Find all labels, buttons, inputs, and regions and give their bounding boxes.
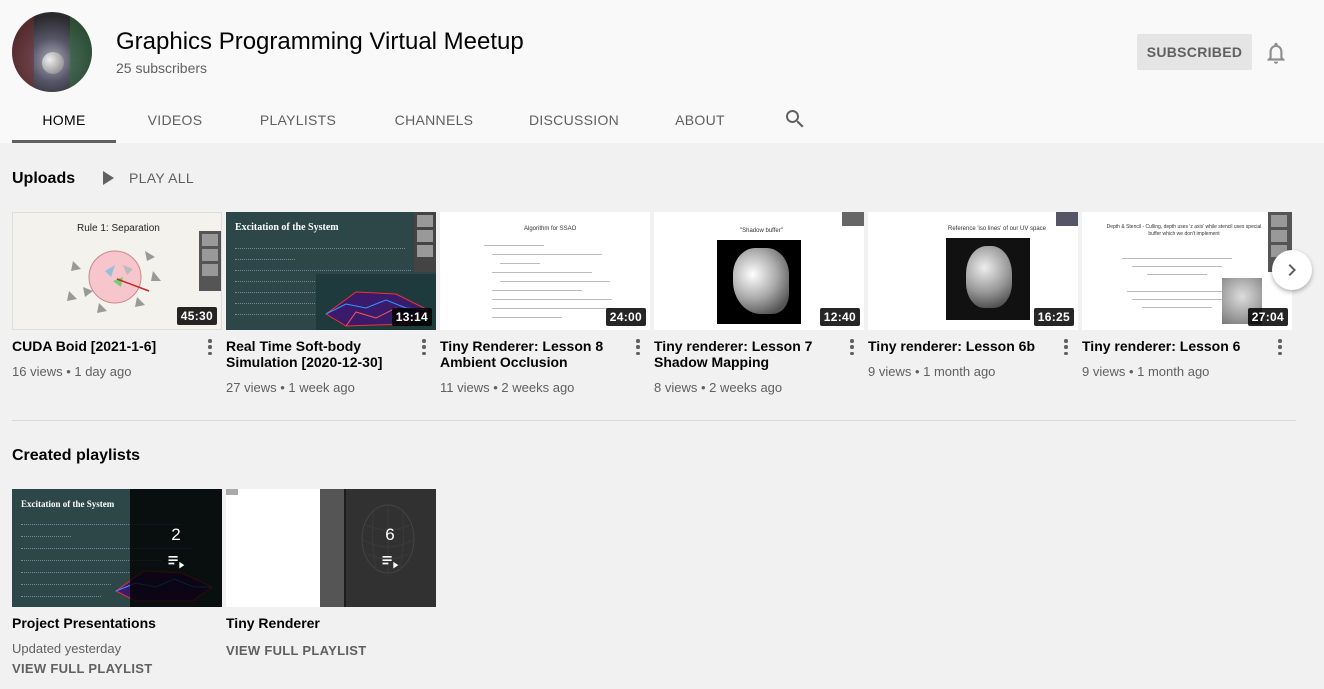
tab-videos[interactable]: VIDEOS — [116, 96, 234, 143]
video-thumbnail[interactable]: Reference 'iso lines' of our UV space 16… — [868, 212, 1078, 330]
more-vert-icon[interactable] — [848, 338, 856, 356]
video-card[interactable]: Depth & Stencil - Culling, depth uses 'z… — [1082, 212, 1292, 379]
more-vert-icon[interactable] — [634, 338, 642, 356]
playlist-thumbnail[interactable]: 6 — [226, 489, 436, 607]
playlist-count-overlay: 6 — [344, 489, 436, 607]
playlist-title[interactable]: Tiny Renderer — [226, 615, 320, 631]
playlist-updated: Updated yesterday — [12, 641, 122, 656]
thumbnail-slide-text: Excitation of the System — [235, 222, 339, 233]
more-vert-icon[interactable] — [1276, 338, 1284, 356]
upload-age: 1 month ago — [923, 364, 996, 379]
play-icon — [103, 171, 114, 185]
view-count: 9 views — [1082, 364, 1126, 379]
thumbnail-slide-text: Depth & Stencil - Culling, depth uses 'z… — [1106, 224, 1262, 237]
video-card[interactable]: Rule 1: Separation 45:30 CUDA Boid [2021… — [12, 212, 222, 379]
thumbnail-slide-text: Excitation of the System — [21, 499, 115, 509]
view-count: 9 views — [868, 364, 912, 379]
play-all-label: PLAY ALL — [129, 170, 194, 186]
view-count: 8 views — [654, 380, 698, 395]
more-vert-icon[interactable] — [206, 338, 214, 356]
tab-playlists[interactable]: PLAYLISTS — [234, 96, 362, 143]
upload-age: 1 week ago — [288, 380, 355, 395]
video-duration: 12:40 — [819, 308, 860, 326]
video-meta: 9 views • 1 month ago — [868, 364, 996, 379]
video-thumbnail[interactable]: "Shadow buffer" 12:40 — [654, 212, 864, 330]
playlist-title[interactable]: Project Presentations — [12, 615, 156, 631]
video-title[interactable]: CUDA Boid [2021-1-6] — [12, 338, 192, 354]
playlist-thumbnail[interactable]: Excitation of the System 2 — [12, 489, 222, 607]
video-meta: 9 views • 1 month ago — [1082, 364, 1210, 379]
view-full-playlist-link[interactable]: VIEW FULL PLAYLIST — [226, 643, 366, 658]
video-title[interactable]: Real Time Soft-body Simulation [2020-12-… — [226, 338, 406, 370]
upload-age: 1 day ago — [74, 364, 132, 379]
tab-about[interactable]: ABOUT — [642, 96, 758, 143]
more-vert-icon[interactable] — [1062, 338, 1070, 356]
thumbnail-slide-text: Algorithm for SSAO — [524, 226, 577, 232]
video-thumbnail[interactable]: Depth & Stencil - Culling, depth uses 'z… — [1082, 212, 1292, 330]
playlist-card[interactable]: Excitation of the System 2 Project Prese… — [12, 489, 222, 676]
subscriber-count: 25 subscribers — [116, 60, 208, 76]
channel-title: Graphics Programming Virtual Meetup — [116, 28, 524, 55]
video-duration: 13:14 — [391, 308, 432, 326]
video-card[interactable]: Reference 'iso lines' of our UV space 16… — [868, 212, 1078, 379]
video-duration: 27:04 — [1247, 308, 1288, 326]
video-meta: 27 views • 1 week ago — [226, 380, 355, 395]
tab-discussion[interactable]: DISCUSSION — [506, 96, 642, 143]
channel-avatar[interactable] — [12, 12, 92, 92]
thumbnail-slide-text: Reference 'iso lines' of our UV space — [948, 226, 1047, 232]
video-card[interactable]: Excitation of the System 13:14 Real Time… — [226, 212, 436, 395]
carousel-next-button[interactable] — [1272, 250, 1312, 290]
video-title[interactable]: Tiny renderer: Lesson 7 Shadow Mapping — [654, 338, 834, 370]
tab-channels[interactable]: CHANNELS — [362, 96, 506, 143]
video-thumbnail[interactable]: Excitation of the System 13:14 — [226, 212, 436, 330]
thumbnail-slide-text: Rule 1: Separation — [77, 223, 160, 234]
video-title[interactable]: Tiny Renderer: Lesson 8 Ambient Occlusio… — [440, 338, 620, 370]
upload-age: 2 weeks ago — [709, 380, 783, 395]
video-meta: 8 views • 2 weeks ago — [654, 380, 783, 395]
playlist-video-count: 2 — [171, 525, 181, 544]
section-divider — [12, 420, 1296, 421]
playlist-play-icon — [382, 556, 399, 569]
video-thumbnail[interactable]: Algorithm for SSAO 24:00 — [440, 212, 650, 330]
uploads-title[interactable]: Uploads — [12, 170, 75, 188]
play-all-button[interactable]: PLAY ALL — [100, 166, 194, 190]
video-meta: 11 views • 2 weeks ago — [440, 380, 575, 395]
search-icon[interactable] — [783, 107, 807, 131]
subscribed-button[interactable]: SUBSCRIBED — [1137, 34, 1252, 70]
video-title[interactable]: Tiny renderer: Lesson 6 — [1082, 338, 1262, 354]
shadow-buffer-image — [717, 240, 801, 324]
head-render-image — [946, 238, 1030, 320]
video-thumbnail[interactable]: Rule 1: Separation 45:30 — [12, 212, 222, 330]
video-duration: 24:00 — [605, 308, 646, 326]
wireframe-head — [361, 504, 415, 574]
channel-header: Graphics Programming Virtual Meetup 25 s… — [0, 0, 1324, 143]
playlists-title: Created playlists — [12, 447, 141, 464]
view-full-playlist-link[interactable]: VIEW FULL PLAYLIST — [12, 661, 152, 676]
bell-icon[interactable] — [1263, 40, 1289, 66]
view-count: 16 views — [12, 364, 63, 379]
playlist-play-icon — [168, 556, 185, 569]
upload-age: 2 weeks ago — [501, 380, 575, 395]
playlist-video-count: 6 — [385, 525, 395, 544]
channel-tabs: HOME VIDEOS PLAYLISTS CHANNELS DISCUSSIO… — [12, 96, 758, 143]
upload-age: 1 month ago — [1137, 364, 1210, 379]
thumbnail-slide-text: "Shadow buffer" — [740, 228, 783, 234]
video-card[interactable]: "Shadow buffer" 12:40 Tiny renderer: Les… — [654, 212, 864, 395]
view-count: 11 views — [440, 380, 490, 395]
video-meta: 16 views • 1 day ago — [12, 364, 132, 379]
tab-home[interactable]: HOME — [12, 96, 116, 143]
video-title[interactable]: Tiny renderer: Lesson 6b — [868, 338, 1048, 354]
view-count: 27 views — [226, 380, 277, 395]
playlist-card[interactable]: 6 Tiny Renderer VIEW FULL PLAYLIST — [226, 489, 436, 658]
video-card[interactable]: Algorithm for SSAO 24:00 Tiny Renderer: … — [440, 212, 650, 395]
playlist-count-overlay: 2 — [130, 489, 222, 607]
more-vert-icon[interactable] — [420, 338, 428, 356]
boids-diagram — [67, 250, 161, 313]
chevron-right-icon — [1288, 264, 1296, 276]
video-duration: 45:30 — [176, 307, 217, 325]
video-duration: 16:25 — [1033, 308, 1074, 326]
